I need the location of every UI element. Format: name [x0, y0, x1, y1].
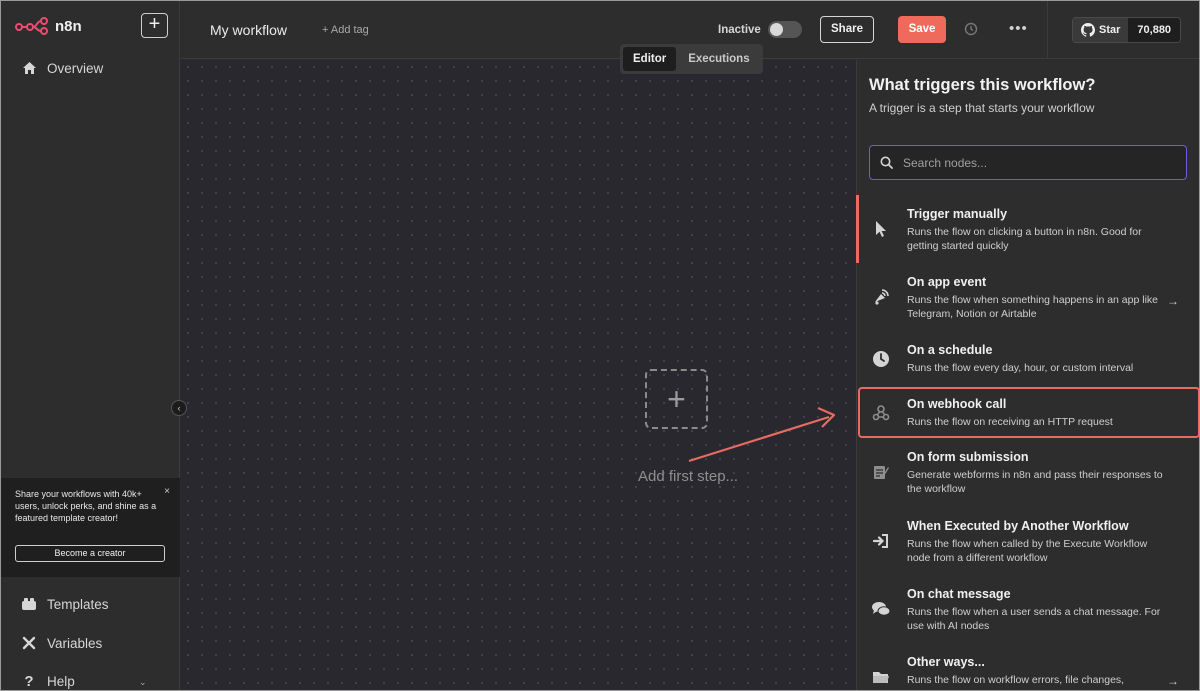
- item-title: On app event: [907, 275, 987, 289]
- n8n-logo-icon: [15, 17, 48, 35]
- sidebar-item-variables[interactable]: Variables: [21, 635, 102, 651]
- add-tag-button[interactable]: + Add tag: [322, 24, 369, 36]
- sidebar-item-templates[interactable]: Templates: [21, 596, 109, 612]
- search-field[interactable]: [869, 145, 1187, 180]
- trigger-item-other-ways[interactable]: Other ways... Runs the flow on workflow …: [857, 655, 1199, 690]
- divider: [1047, 1, 1048, 59]
- form-icon: [871, 462, 891, 482]
- panel-subtitle: A trigger is a step that starts your wor…: [869, 101, 1095, 115]
- item-title: Other ways...: [907, 655, 985, 669]
- tab-executions[interactable]: Executions: [678, 47, 759, 71]
- sidebar-item-overview[interactable]: Overview: [21, 60, 103, 76]
- tab-editor[interactable]: Editor: [623, 47, 677, 71]
- github-star-label: Star: [1099, 24, 1121, 36]
- trigger-item-manual[interactable]: Trigger manually Runs the flow on clicki…: [857, 207, 1199, 263]
- plus-icon: +: [667, 380, 686, 417]
- item-description: Runs the flow every day, hour, or custom…: [907, 362, 1134, 374]
- chat-icon: [871, 599, 891, 619]
- item-description: Runs the flow on receiving an HTTP reque…: [907, 416, 1113, 428]
- sidebar-item-label: Templates: [47, 596, 109, 612]
- status-label: Inactive: [718, 24, 761, 36]
- sidebar-item-help[interactable]: ? Help: [21, 672, 75, 690]
- sidebar-item-label: Overview: [47, 60, 104, 76]
- add-step-button[interactable]: +: [645, 369, 708, 429]
- trigger-item-form[interactable]: On form submission Generate webforms in …: [857, 450, 1199, 506]
- trigger-item-chat[interactable]: On chat message Runs the flow when a use…: [857, 587, 1199, 643]
- arrow-right-icon: →: [1167, 294, 1179, 308]
- item-description: Runs the flow on workflow errors, file c…: [907, 674, 1125, 686]
- item-title: On a schedule: [907, 343, 993, 357]
- sidebar-item-label: Variables: [47, 635, 103, 651]
- item-title: On form submission: [907, 450, 1029, 464]
- app-event-icon: [871, 287, 891, 307]
- item-title: On chat message: [907, 587, 1011, 601]
- github-star-button[interactable]: Star 70,880: [1072, 17, 1182, 43]
- history-icon[interactable]: [964, 22, 978, 36]
- logo-text: n8n: [55, 17, 82, 35]
- app-window: n8n + Overview Share your workflows with…: [0, 0, 1200, 691]
- github-icon: [1081, 23, 1095, 37]
- item-description: Generate webforms in n8n and pass their …: [907, 469, 1163, 495]
- sidebar: n8n + Overview Share your workflows with…: [1, 1, 180, 690]
- arrow-right-icon: →: [1167, 674, 1179, 688]
- panel-title: What triggers this workflow?: [869, 76, 1096, 94]
- toggle-knob: [770, 23, 783, 36]
- become-creator-button[interactable]: Become a creator: [15, 545, 165, 562]
- trigger-panel: What triggers this workflow? A trigger i…: [856, 60, 1199, 690]
- collapse-sidebar-button[interactable]: ‹: [171, 400, 187, 416]
- github-star: Star: [1073, 18, 1129, 42]
- item-description: Runs the flow when a user sends a chat m…: [907, 606, 1161, 632]
- github-star-count: 70,880: [1128, 18, 1181, 42]
- variables-icon: [21, 635, 37, 651]
- trigger-item-schedule[interactable]: On a schedule Runs the flow every day, h…: [857, 343, 1199, 385]
- trigger-item-app-event[interactable]: On app event Runs the flow when somethin…: [857, 275, 1199, 331]
- view-tabs: Editor Executions: [620, 44, 763, 74]
- clock-icon: [871, 349, 891, 369]
- add-first-step[interactable]: +: [645, 369, 708, 459]
- sidebar-item-label: Help: [47, 673, 75, 689]
- close-icon[interactable]: ×: [164, 486, 170, 497]
- workflow-name[interactable]: My workflow: [210, 22, 287, 38]
- item-description: Runs the flow on clicking a button in n8…: [907, 226, 1142, 252]
- trigger-item-executed-by-workflow[interactable]: When Executed by Another Workflow Runs t…: [857, 519, 1199, 575]
- folder-icon: [871, 667, 891, 687]
- item-title: Trigger manually: [907, 207, 1008, 221]
- templates-icon: [21, 596, 37, 612]
- home-icon: [21, 60, 37, 76]
- add-first-step-label[interactable]: Add first step...: [638, 468, 738, 485]
- promo-banner: Share your workflows with 40k+ users, un…: [1, 478, 180, 577]
- help-icon: ?: [24, 672, 34, 690]
- chevron-down-icon[interactable]: ⌄: [139, 677, 147, 688]
- sign-in-icon: [871, 531, 891, 551]
- more-options-icon[interactable]: •••: [1009, 20, 1028, 37]
- cursor-icon: [871, 219, 891, 239]
- logo[interactable]: n8n: [15, 17, 82, 35]
- active-toggle[interactable]: [768, 21, 802, 38]
- workflow-canvas[interactable]: [181, 60, 856, 690]
- share-button[interactable]: Share: [820, 16, 874, 43]
- webhook-icon: [871, 403, 891, 423]
- item-title: On webhook call: [907, 397, 1007, 411]
- search-icon: [880, 156, 893, 169]
- item-title: When Executed by Another Workflow: [907, 519, 1129, 533]
- save-button[interactable]: Save: [898, 16, 946, 43]
- promo-text: Share your workflows with 40k+ users, un…: [15, 489, 157, 523]
- item-description: Runs the flow when something happens in …: [907, 294, 1158, 320]
- trigger-item-webhook[interactable]: On webhook call Runs the flow on receivi…: [857, 397, 1199, 439]
- search-input[interactable]: [903, 155, 1163, 170]
- item-description: Runs the flow when called by the Execute…: [907, 538, 1148, 564]
- new-workflow-button[interactable]: +: [141, 13, 168, 38]
